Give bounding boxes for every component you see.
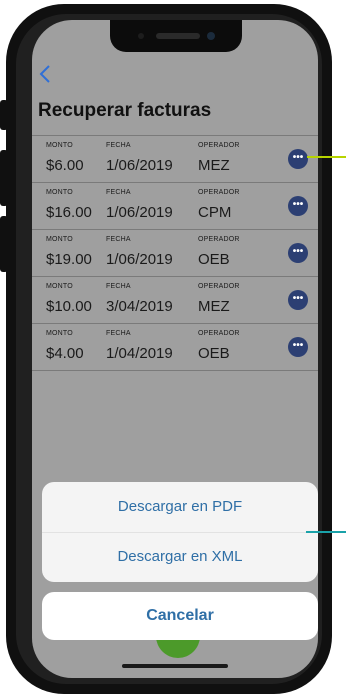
callout-line-row-action [307,156,346,158]
invoice-row[interactable]: MONTO FECHA OPERADOR $19.00 1/06/2019 OE… [32,230,318,277]
more-options-icon[interactable]: ••• [288,149,308,169]
volume-down-button [0,216,8,272]
invoice-list: MONTO FECHA OPERADOR $6.00 1/06/2019 MEZ… [32,135,318,371]
col-label-fecha: FECHA [106,283,131,290]
col-label-operador: OPERADOR [198,189,240,196]
col-label-operador: OPERADOR [198,283,240,290]
sensor-icon [138,33,144,39]
more-options-icon[interactable]: ••• [288,243,308,263]
invoice-date: 1/06/2019 [106,157,173,174]
col-label-monto: MONTO [46,330,73,337]
invoice-date: 1/06/2019 [106,251,173,268]
page-title: Recuperar facturas [38,100,212,121]
callout-line-action-sheet [306,531,346,533]
invoice-date: 1/06/2019 [106,204,173,221]
col-label-monto: MONTO [46,283,73,290]
invoice-date: 1/04/2019 [106,345,173,362]
invoice-row[interactable]: MONTO FECHA OPERADOR $10.00 3/04/2019 ME… [32,277,318,324]
speaker-grille [156,33,200,39]
download-xml-option[interactable]: Descargar en XML [42,532,318,582]
invoice-operator: OEB [198,251,230,268]
invoice-operator: MEZ [198,298,230,315]
invoice-operator: CPM [198,204,232,221]
invoice-operator: OEB [198,345,230,362]
app-screen: Recuperar facturas MONTO FECHA OPERADOR … [32,20,318,678]
action-sheet: Descargar en PDF Descargar en XML [42,482,318,582]
more-options-icon[interactable]: ••• [288,290,308,310]
camera-notch [110,20,242,52]
volume-up-button [0,150,8,206]
invoice-amount: $10.00 [46,298,92,315]
invoice-row[interactable]: MONTO FECHA OPERADOR $6.00 1/06/2019 MEZ… [32,136,318,183]
cancel-button[interactable]: Cancelar [42,592,318,640]
col-label-operador: OPERADOR [198,236,240,243]
back-chevron-icon[interactable] [38,64,62,88]
mute-switch [0,100,8,130]
invoice-date: 3/04/2019 [106,298,173,315]
col-label-monto: MONTO [46,236,73,243]
more-options-icon[interactable]: ••• [288,196,308,216]
col-label-fecha: FECHA [106,236,131,243]
invoice-amount: $16.00 [46,204,92,221]
invoice-operator: MEZ [198,157,230,174]
invoice-row[interactable]: MONTO FECHA OPERADOR $16.00 1/06/2019 CP… [32,183,318,230]
col-label-monto: MONTO [46,189,73,196]
more-options-icon[interactable]: ••• [288,337,308,357]
col-label-operador: OPERADOR [198,330,240,337]
download-pdf-option[interactable]: Descargar en PDF [42,482,318,532]
col-label-fecha: FECHA [106,142,131,149]
col-label-fecha: FECHA [106,330,131,337]
col-label-monto: MONTO [46,142,73,149]
front-camera-icon [207,32,215,40]
col-label-fecha: FECHA [106,189,131,196]
home-indicator[interactable] [122,664,228,668]
invoice-amount: $6.00 [46,157,84,174]
col-label-operador: OPERADOR [198,142,240,149]
invoice-amount: $4.00 [46,345,84,362]
invoice-amount: $19.00 [46,251,92,268]
invoice-row[interactable]: MONTO FECHA OPERADOR $4.00 1/04/2019 OEB… [32,324,318,371]
